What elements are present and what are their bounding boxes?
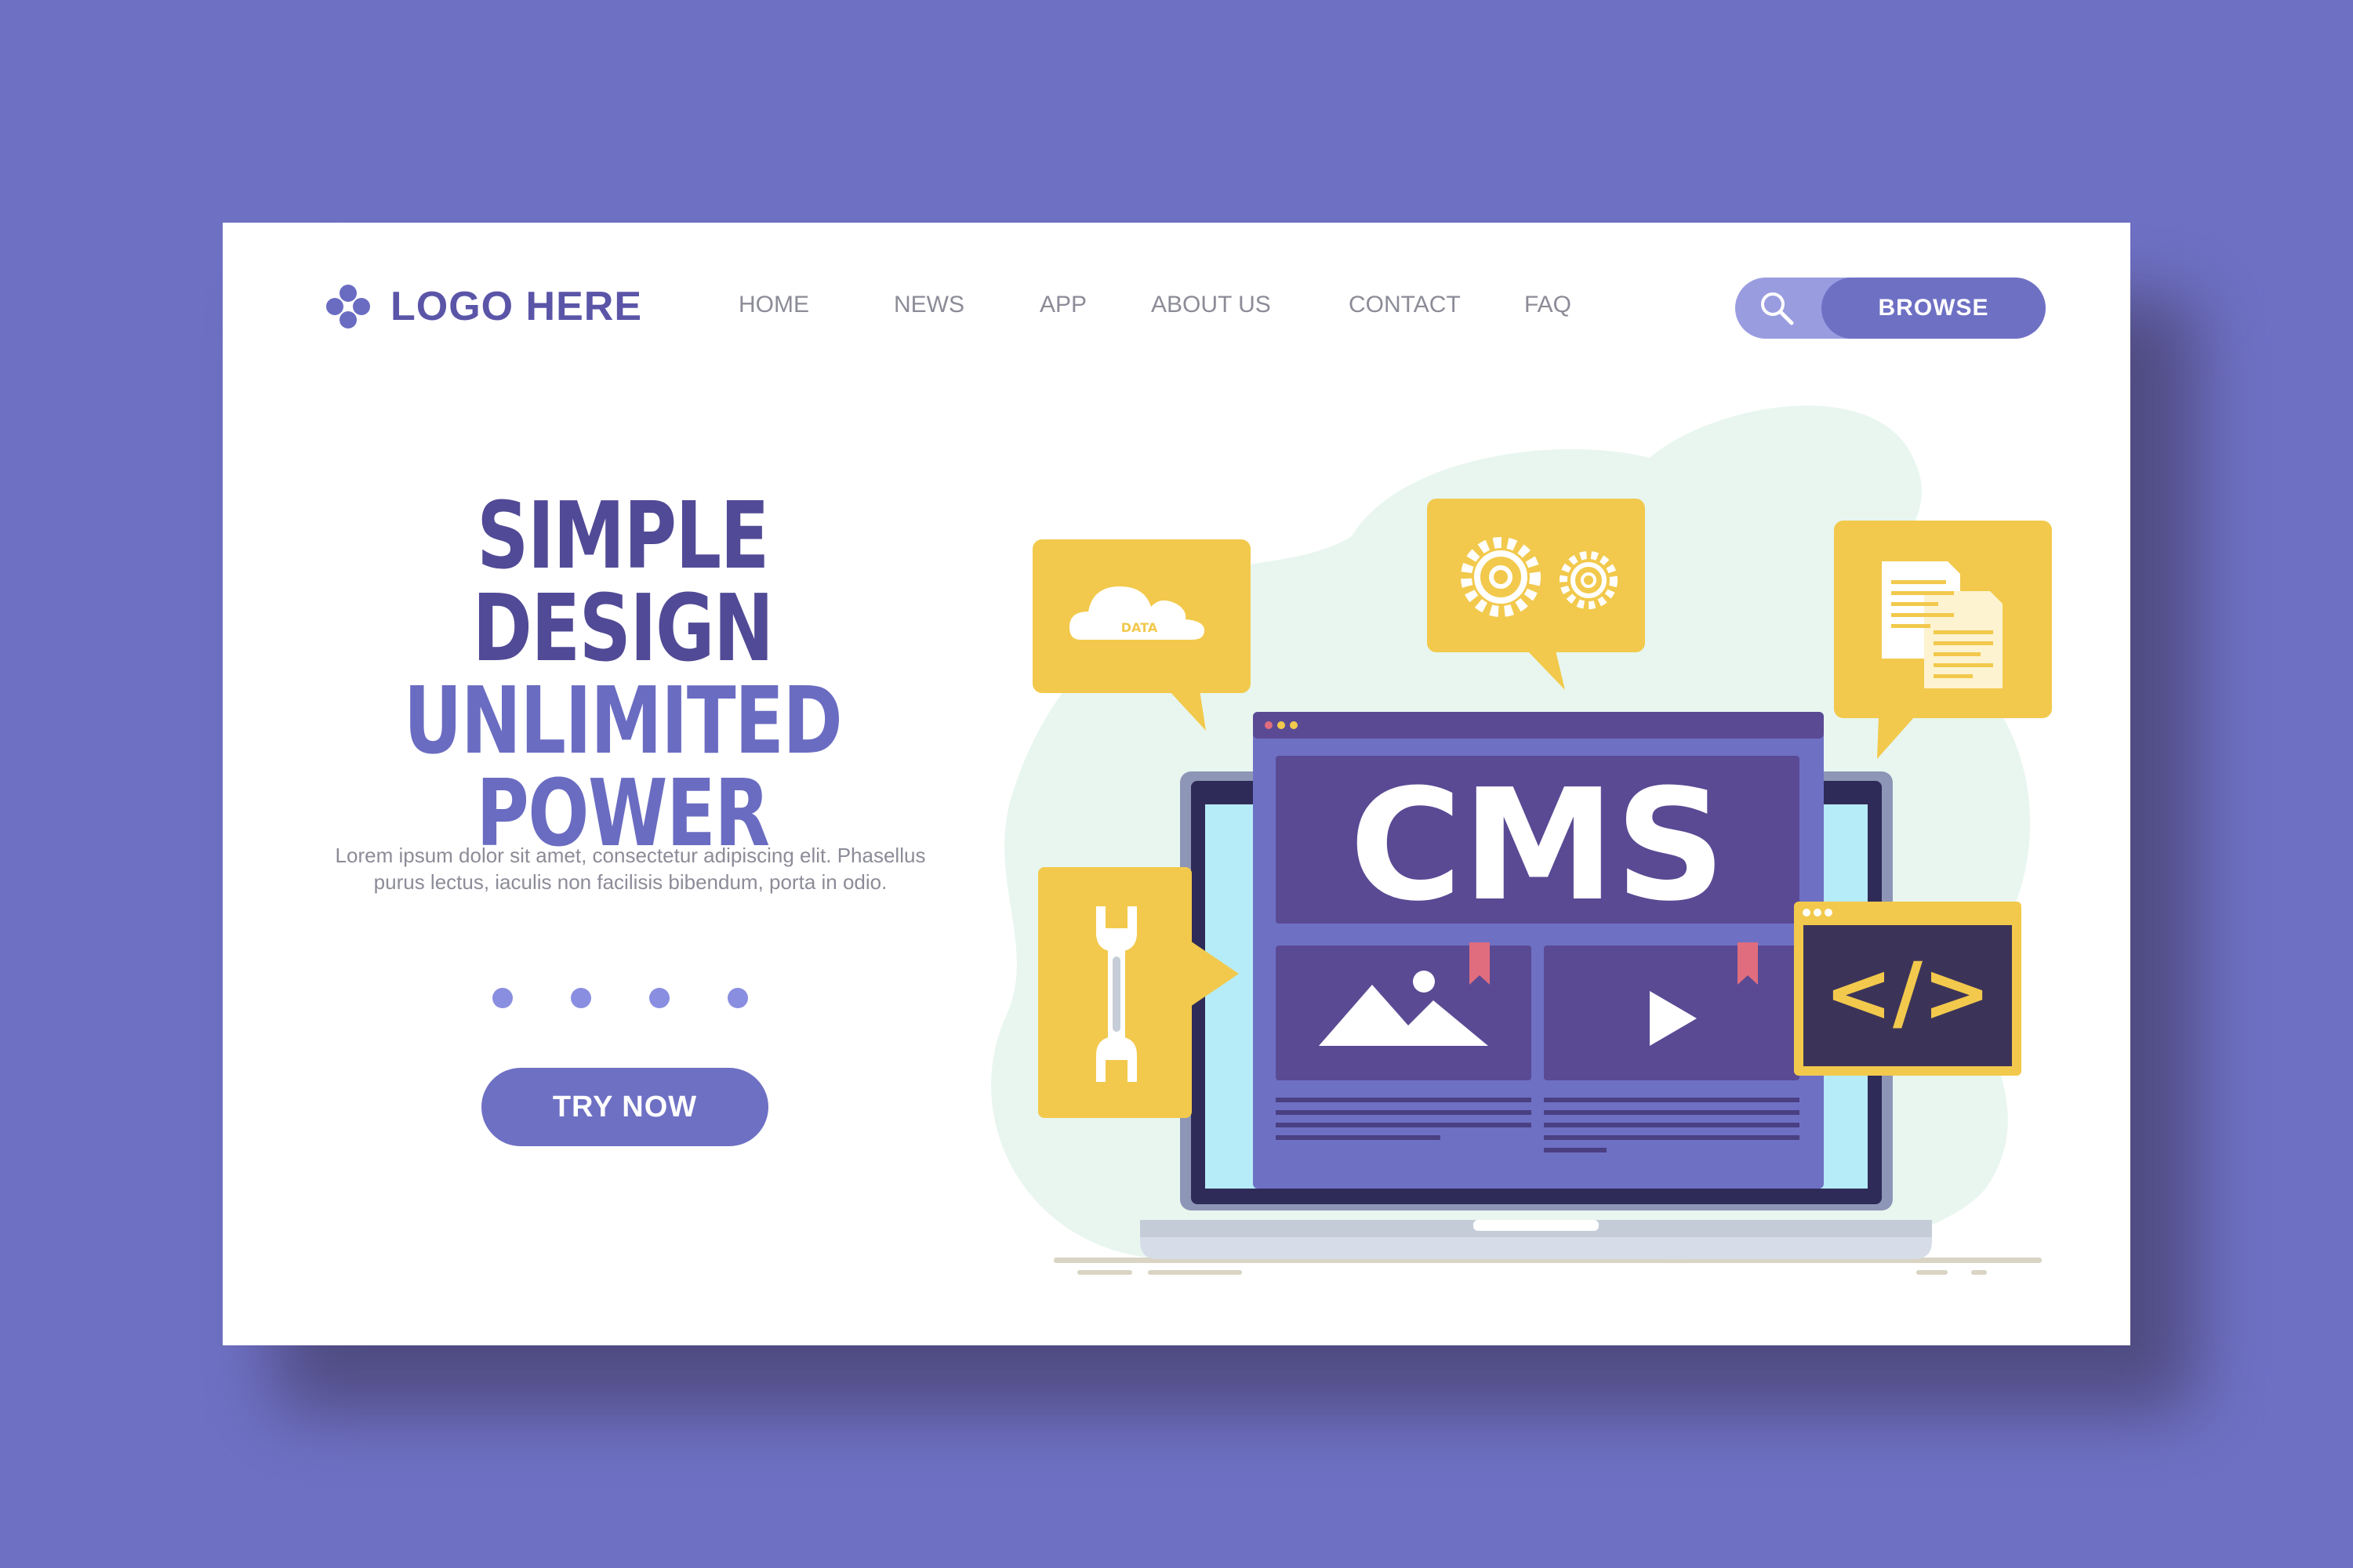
cms-illustration: CMS DATA </> [991, 405, 2052, 1275]
landing-page: LOGO HERE HOME NEWS APP ABOUT US CONTACT… [223, 223, 2130, 1345]
cloud-label: DATA [1121, 620, 1158, 635]
code-window-icon: </> [1794, 902, 2021, 1076]
code-label: </> [1825, 945, 1991, 1040]
cms-title: CMS [1349, 757, 1726, 935]
ground-lines [1054, 1258, 2042, 1275]
cms-window: CMS [1253, 712, 1824, 1189]
